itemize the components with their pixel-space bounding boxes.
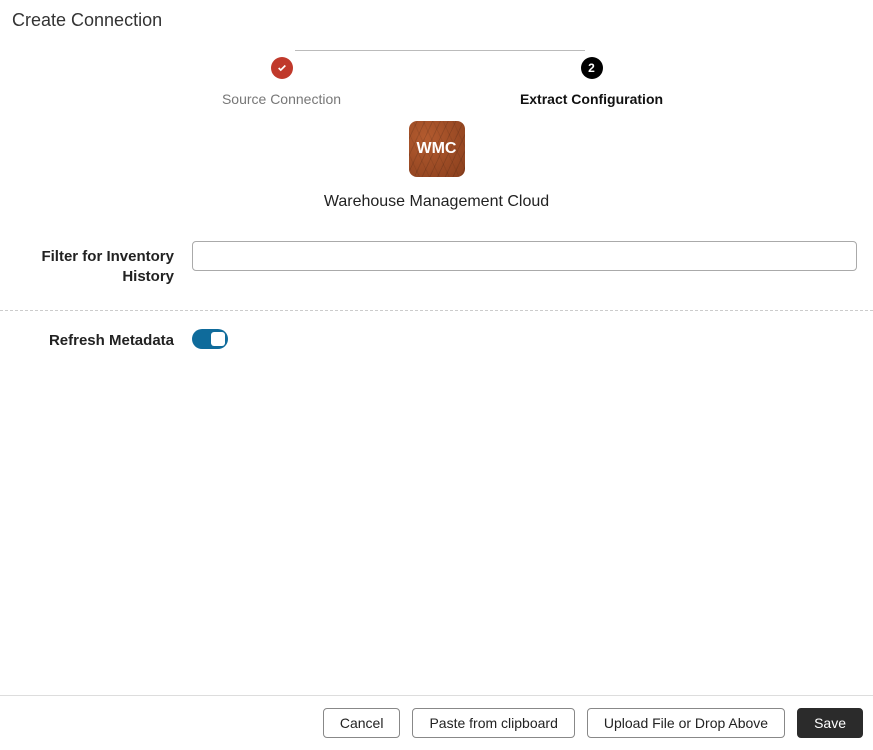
- refresh-row: Refresh Metadata: [0, 325, 873, 352]
- step-label: Source Connection: [222, 91, 341, 107]
- step-current-icon: 2: [581, 57, 603, 79]
- wmc-tile-text: WMC: [417, 140, 457, 158]
- cancel-button[interactable]: Cancel: [323, 708, 401, 738]
- filter-inventory-history-input[interactable]: [192, 241, 857, 271]
- stepper: Source Connection 2 Extract Configuratio…: [0, 39, 873, 107]
- wmc-tile-icon: WMC: [409, 121, 465, 177]
- step-number: 2: [588, 61, 595, 75]
- filter-row: Filter for Inventory History: [0, 241, 873, 286]
- step-done-icon: [271, 57, 293, 79]
- step-connector: [295, 50, 585, 51]
- page-title: Create Connection: [0, 0, 873, 39]
- step-source-connection[interactable]: Source Connection: [197, 57, 367, 107]
- filter-label: Filter for Inventory History: [0, 241, 192, 286]
- section-divider: [0, 310, 873, 311]
- toggle-knob: [211, 332, 225, 346]
- connection-name: Warehouse Management Cloud: [324, 193, 549, 211]
- paste-from-clipboard-button[interactable]: Paste from clipboard: [412, 708, 574, 738]
- refresh-label: Refresh Metadata: [0, 325, 192, 351]
- save-button[interactable]: Save: [797, 708, 863, 738]
- refresh-metadata-toggle[interactable]: [192, 329, 228, 349]
- upload-file-button[interactable]: Upload File or Drop Above: [587, 708, 785, 738]
- connection-block: WMC Warehouse Management Cloud: [0, 121, 873, 211]
- step-label: Extract Configuration: [520, 91, 663, 107]
- footer: Cancel Paste from clipboard Upload File …: [0, 695, 873, 750]
- step-extract-configuration[interactable]: 2 Extract Configuration: [507, 57, 677, 107]
